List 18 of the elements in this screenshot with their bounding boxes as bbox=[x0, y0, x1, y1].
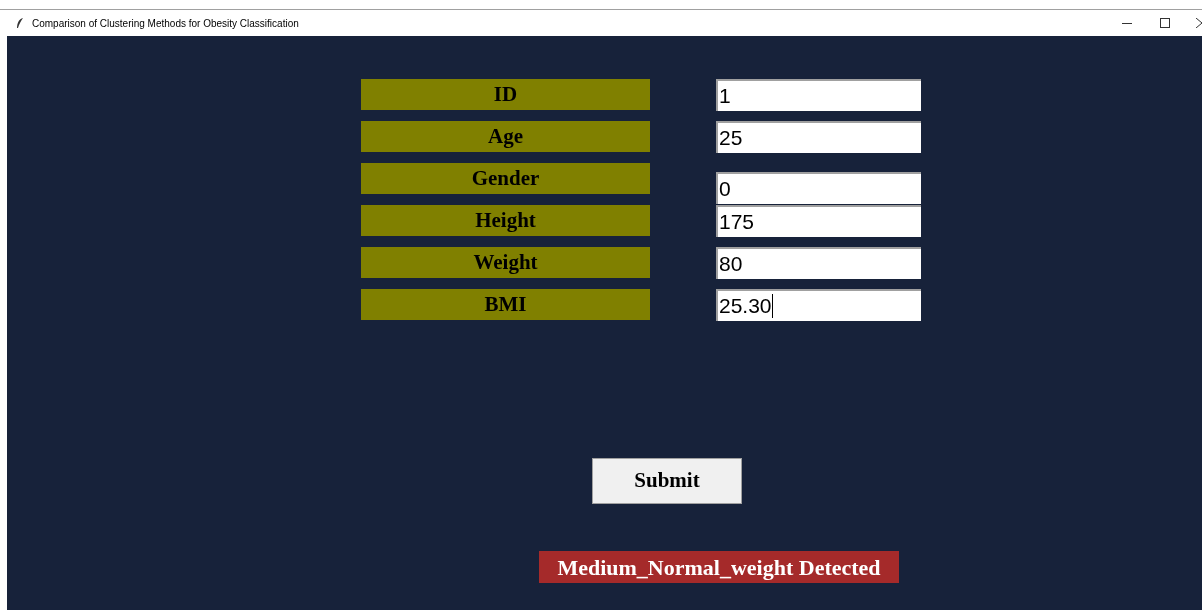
maximize-icon[interactable] bbox=[1160, 18, 1170, 28]
input-field[interactable]: 1 bbox=[716, 79, 921, 111]
input-field[interactable]: 175 bbox=[716, 205, 921, 237]
input-field[interactable]: 80 bbox=[716, 247, 921, 279]
result-label: Medium_Normal_weight Detected bbox=[539, 551, 899, 583]
close-icon[interactable] bbox=[1196, 18, 1202, 28]
field-label: Height bbox=[361, 205, 650, 236]
field-label: Weight bbox=[361, 247, 650, 278]
submit-button[interactable]: Submit bbox=[592, 458, 742, 504]
input-field[interactable]: 25.30 bbox=[716, 289, 921, 321]
field-label: ID bbox=[361, 79, 650, 110]
input-field[interactable]: 25 bbox=[716, 121, 921, 153]
window-title: Comparison of Clustering Methods for Obesity Classification bbox=[32, 16, 299, 31]
input-field[interactable]: 0 bbox=[716, 172, 921, 204]
feather-icon bbox=[16, 17, 24, 29]
field-label: BMI bbox=[361, 289, 650, 320]
field-label: Age bbox=[361, 121, 650, 152]
field-label: Gender bbox=[361, 163, 650, 194]
